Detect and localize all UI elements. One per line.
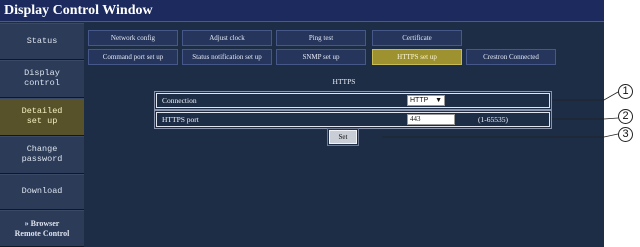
callout-2: 2: [618, 109, 633, 124]
callout-1: 1: [618, 84, 633, 99]
callout-leader-3: [382, 133, 619, 138]
callout-leaders: [382, 91, 619, 138]
callout-3: 3: [618, 127, 633, 142]
callout-leader-1: [552, 91, 619, 101]
callout-leader-2: [552, 117, 619, 120]
